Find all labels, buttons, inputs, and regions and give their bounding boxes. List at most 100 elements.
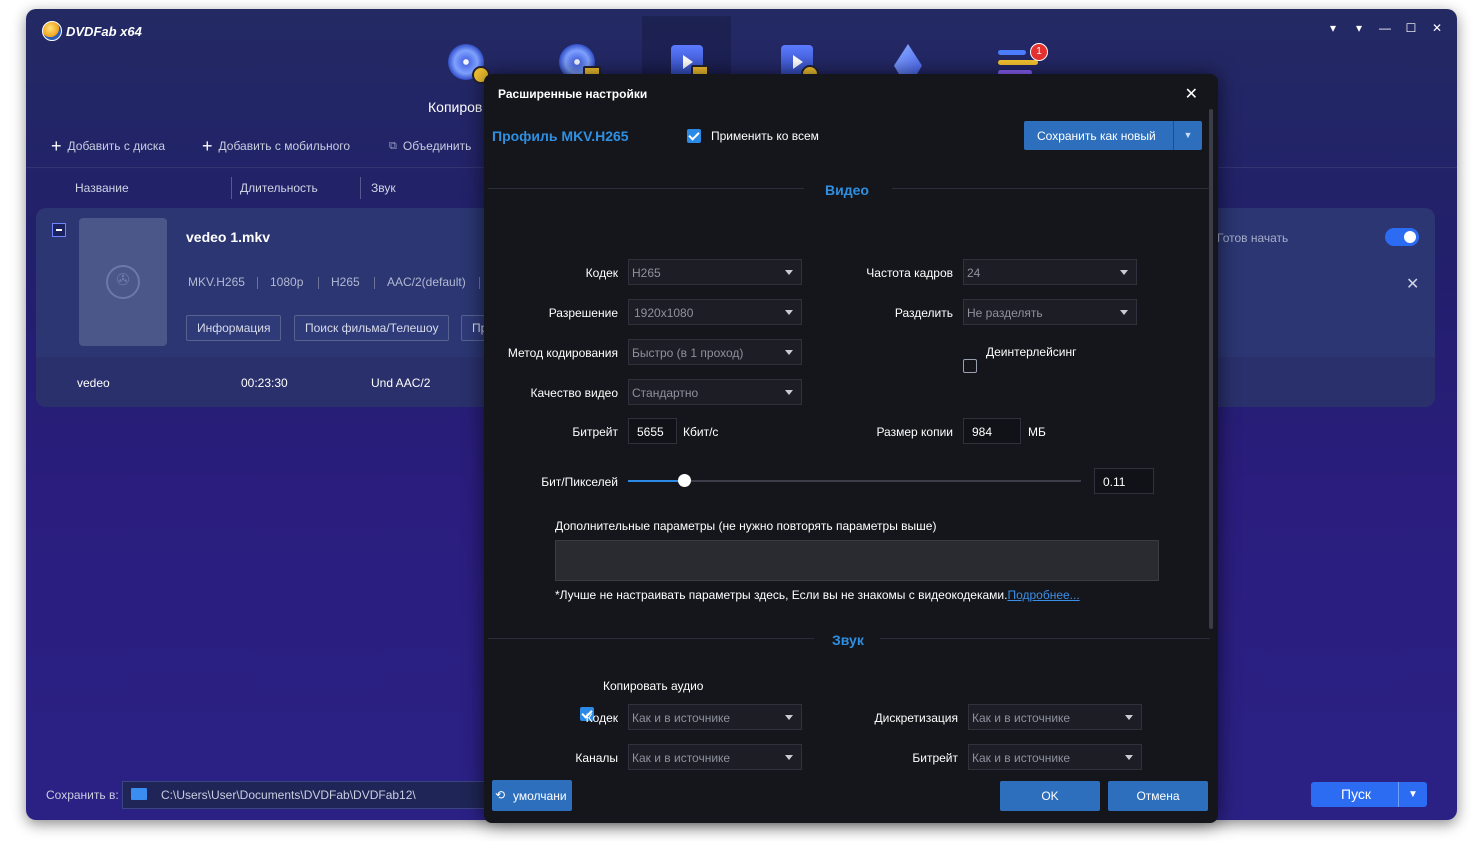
info-button[interactable]: Информация: [186, 315, 282, 341]
save-as-new-button[interactable]: Сохранить как новый ▼: [1024, 121, 1202, 150]
copy-size-input[interactable]: 984: [963, 418, 1021, 444]
apply-all-label: Применить ко всем: [711, 129, 819, 143]
add-disc-label: Добавить с диска: [67, 139, 166, 153]
file-select-checkbox[interactable]: [52, 223, 66, 237]
output-path-field[interactable]: C:\Users\User\Documents\DVDFab\DVDFab12\: [122, 781, 494, 809]
channels-value: Как и в источнике: [632, 751, 731, 765]
extra-params-label: Дополнительные параметры (не нужно повто…: [555, 519, 937, 533]
maximize-icon[interactable]: ☐: [1405, 21, 1417, 35]
fps-value: 24: [967, 266, 981, 280]
menu-icon[interactable]: ▾: [1353, 21, 1365, 35]
skin-icon[interactable]: ▾: [1327, 21, 1339, 35]
learn-more-link[interactable]: Подробнее...: [1007, 588, 1079, 602]
start-button[interactable]: Пуск ▼: [1311, 782, 1427, 807]
window-controls: ▾ ▾ — ☐ ✕: [1327, 21, 1443, 35]
bpp-slider-track[interactable]: [628, 480, 1081, 482]
bitrate-unit: Кбит/с: [683, 425, 719, 439]
profile-title: Профиль MKV.H265: [492, 128, 629, 144]
meta-divider: [374, 277, 375, 289]
apply-all-checkbox[interactable]: [687, 129, 701, 143]
copy-size-unit: МБ: [1028, 425, 1046, 439]
video-codec-value: H265: [632, 266, 661, 280]
queue-badge: 1: [1030, 43, 1048, 61]
module-label-copy[interactable]: Копиров: [428, 99, 482, 115]
remove-file-icon[interactable]: ✕: [1406, 274, 1419, 294]
app-logo: DVDFab x64: [42, 21, 142, 41]
section-divider: [488, 638, 814, 639]
close-icon[interactable]: ✕: [1185, 84, 1198, 104]
split-select[interactable]: Не разделять: [963, 299, 1137, 325]
extra-params-input[interactable]: [555, 540, 1159, 581]
column-divider: [231, 177, 232, 199]
plus-icon: +: [51, 136, 62, 156]
bpp-value: 0.11: [1103, 475, 1126, 489]
chevron-down-icon[interactable]: ▼: [1173, 121, 1202, 150]
file-thumbnail: ✇: [79, 218, 167, 346]
meta-codec: H265: [331, 275, 360, 289]
merge-button[interactable]: ⧉ Объединить: [389, 139, 471, 153]
dialog-scrollbar[interactable]: [1209, 109, 1213, 629]
cancel-button[interactable]: Отмена: [1108, 781, 1208, 811]
minimize-icon[interactable]: —: [1379, 21, 1391, 35]
default-button[interactable]: ⟲ умолчани: [492, 780, 572, 811]
warning-note: *Лучше не настраивать параметры здесь, Е…: [555, 588, 1080, 602]
column-audio[interactable]: Звук: [371, 181, 396, 195]
encode-method-select[interactable]: Быстро (в 1 проход): [628, 339, 802, 365]
film-reel-icon: ✇: [106, 265, 140, 299]
chevron-down-icon[interactable]: ▼: [1398, 782, 1427, 807]
audio-codec-select[interactable]: Как и в источнике: [628, 704, 802, 730]
column-divider: [360, 177, 361, 199]
chevron-down-icon: [1125, 755, 1133, 760]
bpp-slider-fill: [628, 480, 685, 482]
bitrate-input[interactable]: 5655: [628, 418, 677, 444]
add-disc-button[interactable]: + Добавить с диска: [51, 136, 166, 156]
dvdfab-logo-icon: [42, 21, 62, 41]
chevron-down-icon: [1120, 270, 1128, 275]
chevron-down-icon: [785, 270, 793, 275]
bpp-slider-handle[interactable]: [678, 474, 691, 487]
chevron-down-icon: [1125, 715, 1133, 720]
quality-select[interactable]: Стандартно: [628, 379, 802, 405]
column-duration[interactable]: Длительность: [240, 181, 318, 195]
meta-divider: [257, 277, 258, 289]
movie-search-button[interactable]: Поиск фильма/Телешоу: [294, 315, 450, 341]
file-enable-toggle[interactable]: [1385, 228, 1419, 246]
column-name[interactable]: Название: [75, 181, 129, 195]
ok-button[interactable]: OK: [1000, 781, 1100, 811]
status-text: Готов начать: [1217, 231, 1289, 245]
copy-audio-label: Копировать аудио: [603, 679, 704, 693]
sampling-select[interactable]: Как и в источнике: [968, 704, 1142, 730]
split-label: Разделить: [894, 306, 953, 320]
audio-bitrate-select[interactable]: Как и в источнике: [968, 744, 1142, 770]
sampling-label: Дискретизация: [874, 711, 958, 725]
app-title: DVDFab x64: [66, 23, 142, 39]
add-mobile-button[interactable]: + Добавить с мобильного: [202, 137, 350, 155]
folder-icon[interactable]: [131, 788, 147, 800]
sampling-value: Как и в источнике: [972, 711, 1071, 725]
deinterlace-checkbox[interactable]: [963, 359, 977, 373]
bitrate-label: Битрейт: [572, 425, 618, 439]
start-label: Пуск: [1341, 786, 1372, 802]
title-audio: Und AAC/2: [371, 376, 431, 390]
section-divider: [488, 188, 804, 189]
fps-select[interactable]: 24: [963, 259, 1137, 285]
encode-method-value: Быстро (в 1 проход): [632, 346, 744, 360]
chevron-down-icon: [1120, 310, 1128, 315]
audio-codec-value: Как и в источнике: [632, 711, 731, 725]
audio-bitrate-value: Как и в источнике: [972, 751, 1071, 765]
video-codec-select[interactable]: H265: [628, 259, 802, 285]
close-icon[interactable]: ✕: [1431, 21, 1443, 35]
resolution-select[interactable]: 1920x1080: [628, 299, 802, 325]
dialog-title: Расширенные настройки: [498, 87, 648, 101]
bpp-input[interactable]: 0.11: [1094, 468, 1154, 494]
meta-resolution: 1080p: [270, 275, 304, 289]
codec-label: Кодек: [585, 266, 618, 280]
chevron-down-icon: [785, 715, 793, 720]
chevron-down-icon: [785, 310, 793, 315]
section-divider: [880, 638, 1210, 639]
copy-size-label: Размер копии: [876, 425, 953, 439]
split-value: Не разделять: [967, 306, 1043, 320]
channels-select[interactable]: Как и в источнике: [628, 744, 802, 770]
meta-audio: AAC/2(default): [387, 275, 466, 289]
title-duration: 00:23:30: [241, 376, 288, 390]
